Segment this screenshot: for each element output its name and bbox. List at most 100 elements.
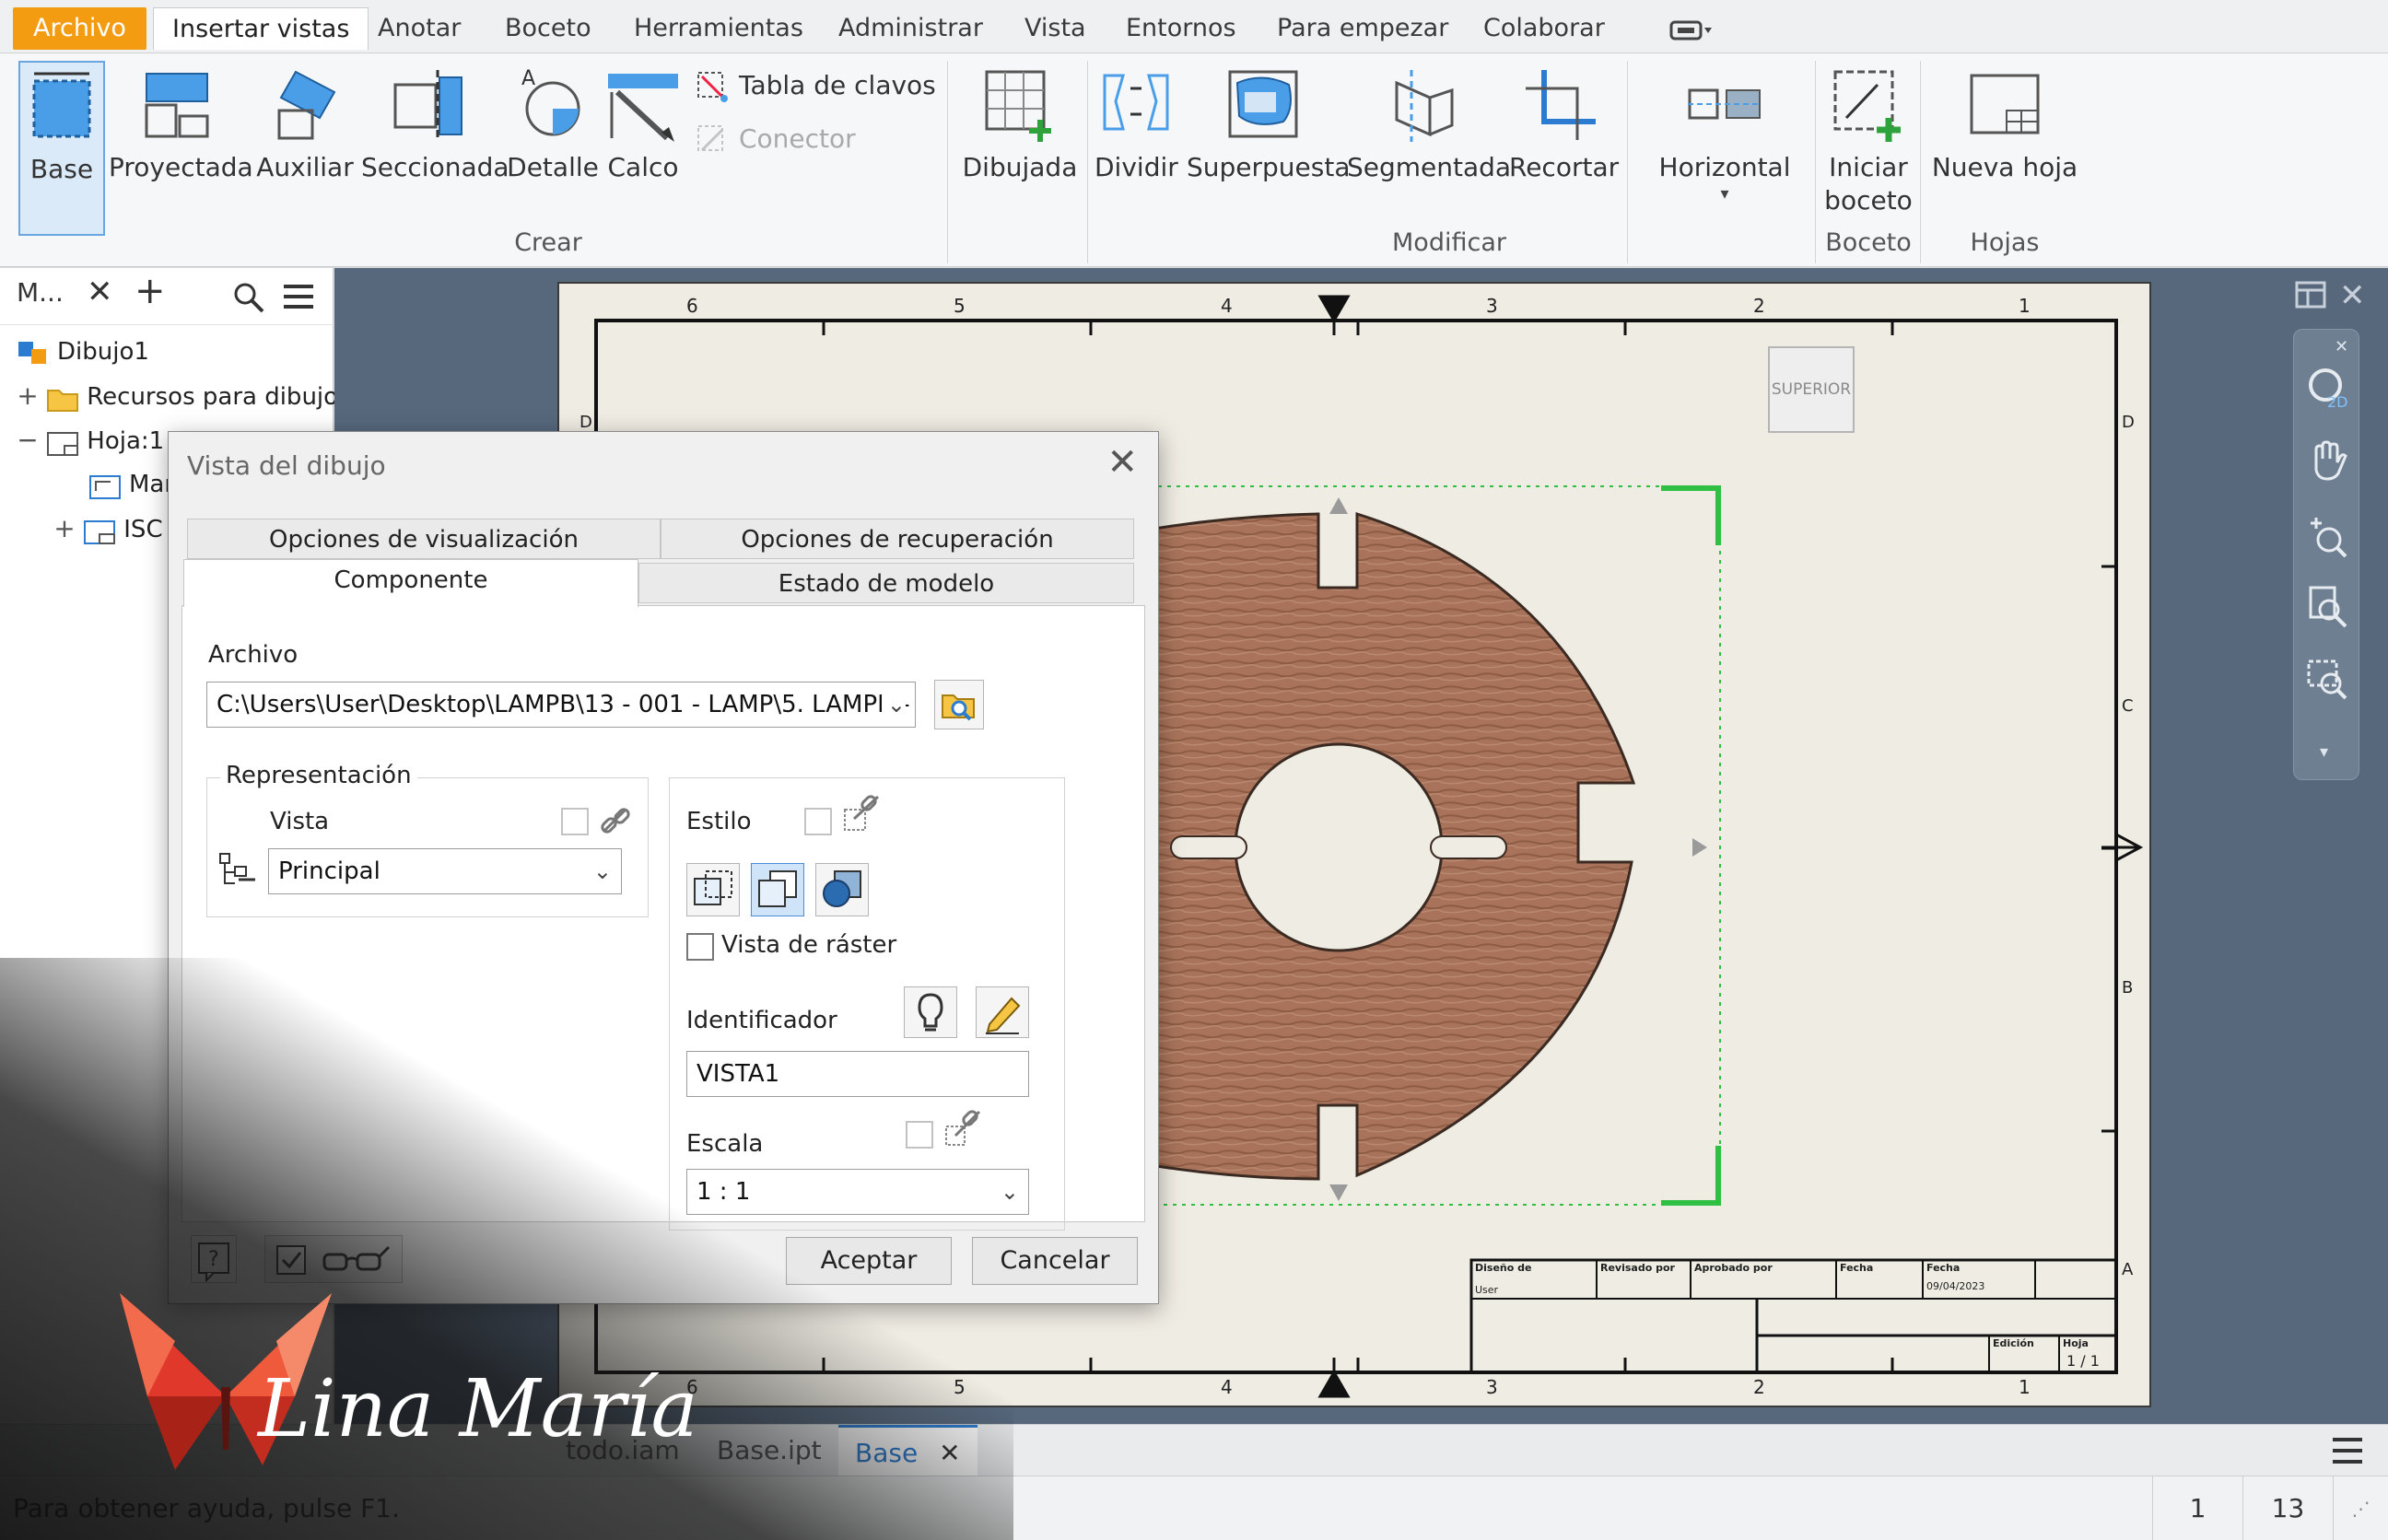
menu-icon[interactable] bbox=[2329, 1436, 2366, 1465]
split-window-icon[interactable] bbox=[2295, 281, 2326, 309]
tab-vista[interactable]: Vista bbox=[1024, 7, 1086, 50]
close-window-icon[interactable]: ✕ bbox=[2339, 277, 2366, 314]
title-block-label: Hoja bbox=[2063, 1337, 2089, 1349]
browse-file-button[interactable] bbox=[934, 680, 984, 729]
seccionada-button[interactable]: Seccionada bbox=[361, 61, 509, 236]
tab-componente[interactable]: Componente bbox=[183, 559, 638, 607]
detalle-button[interactable]: A Detalle bbox=[507, 61, 599, 236]
resize-grip-icon[interactable]: ⋰ bbox=[2333, 1476, 2388, 1540]
tree-item-iso[interactable]: + ISC bbox=[53, 508, 163, 550]
tab-insertar-vistas[interactable]: Insertar vistas bbox=[153, 7, 369, 50]
estilo-associative-checkbox[interactable] bbox=[804, 808, 832, 835]
menu-icon[interactable] bbox=[282, 283, 315, 310]
drawing-icon bbox=[17, 339, 50, 367]
nueva-hoja-button[interactable]: Nueva hoja bbox=[1929, 61, 2080, 236]
status-bar: Para obtener ayuda, pulse F1. 1 13 ⋰ bbox=[0, 1476, 2388, 1540]
status-cell: 1 bbox=[2152, 1476, 2242, 1540]
close-tab-icon[interactable]: ✕ bbox=[939, 1438, 960, 1468]
escala-select[interactable]: 1 : 1 ⌄ bbox=[686, 1169, 1029, 1215]
doc-tab-base[interactable]: Base ✕ bbox=[838, 1425, 977, 1476]
tab-colaborar[interactable]: Colaborar bbox=[1483, 7, 1605, 50]
tab-anotar[interactable]: Anotar bbox=[378, 7, 461, 50]
vista-select[interactable]: Principal ⌄ bbox=[268, 848, 622, 894]
add-icon[interactable]: + bbox=[135, 270, 166, 312]
tree-item-hoja1[interactable]: − Hoja:1 bbox=[17, 419, 164, 461]
zoom-icon[interactable] bbox=[2305, 514, 2349, 558]
tab-opciones-visualizacion[interactable]: Opciones de visualización bbox=[187, 519, 661, 559]
browser-header: M... ✕ + bbox=[0, 268, 334, 325]
dibujada-button[interactable]: Dibujada bbox=[958, 61, 1082, 236]
conector-button[interactable]: Conector bbox=[695, 118, 856, 160]
calco-button[interactable]: Calco bbox=[601, 61, 685, 236]
doc-tab-base-ipt[interactable]: Base.ipt bbox=[717, 1425, 822, 1476]
tab-entornos[interactable]: Entornos bbox=[1126, 7, 1236, 50]
vista-associative-checkbox[interactable] bbox=[561, 808, 589, 835]
panel-title-modificar: Modificar bbox=[1392, 228, 1506, 257]
raster-view-checkbox[interactable] bbox=[686, 933, 714, 961]
tab-para-empezar[interactable]: Para empezar bbox=[1277, 7, 1448, 50]
tree-item-recursos[interactable]: + Recursos para dibujo bbox=[17, 375, 338, 417]
tab-opciones-recuperacion[interactable]: Opciones de recuperación bbox=[661, 519, 1134, 559]
glasses-icon[interactable] bbox=[319, 1243, 392, 1277]
zoom-all-icon[interactable] bbox=[2305, 584, 2349, 628]
aceptar-button[interactable]: Aceptar bbox=[786, 1237, 952, 1285]
tab-administrar[interactable]: Administrar bbox=[838, 7, 983, 50]
style-shaded-button[interactable] bbox=[815, 863, 869, 916]
pan-icon[interactable] bbox=[2305, 438, 2349, 483]
escala-label: Escala bbox=[686, 1130, 764, 1158]
help-icon: ? bbox=[198, 1242, 229, 1283]
ruler-label-right: D bbox=[2122, 413, 2135, 432]
title-block-value: User bbox=[1475, 1284, 1499, 1296]
close-icon[interactable]: ✕ bbox=[87, 274, 113, 310]
help-button[interactable]: ? bbox=[191, 1235, 237, 1283]
tab-archivo[interactable]: Archivo bbox=[13, 7, 146, 50]
steering-wheel-icon[interactable]: 2D bbox=[2305, 365, 2349, 411]
navbar-options-icon[interactable]: ▾ bbox=[2320, 742, 2328, 762]
title-block-icon bbox=[83, 517, 116, 544]
sheet-icon bbox=[46, 428, 79, 456]
horizontal-button[interactable]: Horizontal ▾ bbox=[1647, 61, 1802, 236]
search-icon[interactable] bbox=[232, 281, 265, 314]
iniciar-boceto-button[interactable]: Iniciar boceto bbox=[1820, 61, 1916, 236]
proyectada-button[interactable]: Proyectada bbox=[109, 61, 253, 236]
ruler-label-top: 1 bbox=[2019, 295, 2031, 317]
chevron-down-icon: ⌄ bbox=[881, 682, 906, 727]
close-navbar-icon[interactable]: ✕ bbox=[2335, 337, 2348, 356]
tree-item-dibujo1[interactable]: Dibujo1 bbox=[17, 331, 149, 373]
nailboard-icon bbox=[695, 69, 730, 104]
tabla-de-clavos-button[interactable]: Tabla de clavos bbox=[695, 64, 936, 107]
superpuesta-button[interactable]: Superpuesta bbox=[1187, 61, 1351, 236]
escala-associative-checkbox[interactable] bbox=[906, 1121, 933, 1149]
close-icon[interactable]: ✕ bbox=[1106, 441, 1138, 484]
archivo-select[interactable]: C:\Users\User\Desktop\LAMPB\13 - 001 - L… bbox=[206, 682, 916, 728]
auxiliar-button[interactable]: Auxiliar bbox=[254, 61, 356, 236]
title-block-label: Edición bbox=[1993, 1337, 2034, 1349]
tab-herramientas[interactable]: Herramientas bbox=[634, 7, 803, 50]
title-block-label: Aprobado por bbox=[1694, 1262, 1773, 1274]
recortar-button[interactable]: Recortar bbox=[1509, 61, 1619, 236]
toggle-label-visibility-button[interactable] bbox=[904, 986, 957, 1038]
dividir-button[interactable]: Dividir bbox=[1094, 61, 1178, 236]
tree-item-marco[interactable]: Mar bbox=[88, 463, 174, 506]
view-representation-icon bbox=[218, 852, 257, 889]
segmentada-button[interactable]: Segmentada bbox=[1347, 61, 1511, 236]
expand-icon[interactable]: + bbox=[17, 375, 39, 417]
collapse-icon[interactable]: − bbox=[17, 419, 39, 461]
edit-view-label-button[interactable] bbox=[976, 986, 1029, 1038]
svg-text:A: A bbox=[521, 67, 535, 90]
zoom-window-icon[interactable] bbox=[2305, 656, 2349, 700]
expand-icon[interactable]: + bbox=[53, 508, 76, 550]
cancelar-button[interactable]: Cancelar bbox=[972, 1237, 1138, 1285]
style-hidden-lines-button[interactable] bbox=[686, 863, 740, 916]
identificador-input[interactable]: VISTA1 bbox=[686, 1051, 1029, 1097]
estilo-label: Estilo bbox=[686, 808, 752, 835]
drawing-view-dialog: Vista del dibujo ✕ Opciones de visualiza… bbox=[168, 431, 1159, 1304]
tab-boceto[interactable]: Boceto bbox=[505, 7, 591, 50]
ruler-label-top: 2 bbox=[1753, 295, 1765, 317]
base-view-button[interactable]: Base bbox=[18, 61, 105, 236]
tab-estado-modelo[interactable]: Estado de modelo bbox=[638, 563, 1134, 603]
style-hidden-lines-removed-button[interactable] bbox=[751, 863, 804, 916]
checkmark-icon[interactable] bbox=[276, 1245, 306, 1275]
viewcube[interactable]: SUPERIOR bbox=[1768, 346, 1855, 433]
ribbon-display-options-icon[interactable] bbox=[1669, 17, 1714, 44]
